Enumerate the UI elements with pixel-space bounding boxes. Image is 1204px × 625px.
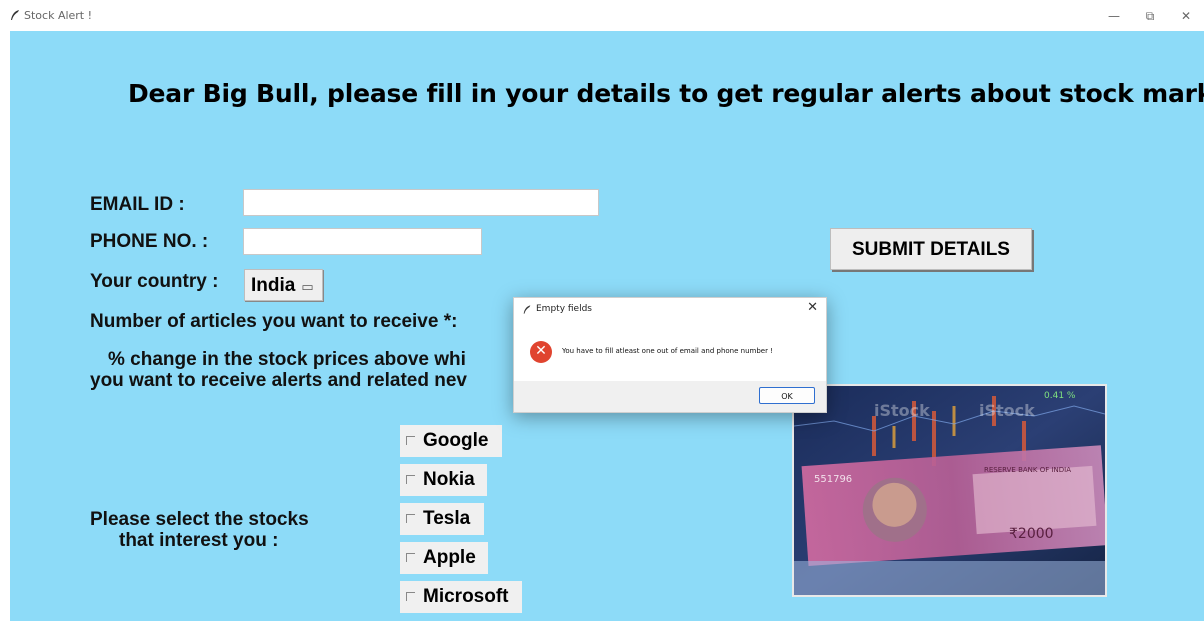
submit-details-button[interactable]: SUBMIT DETAILS — [830, 228, 1032, 270]
image-bank-text: RESERVE BANK OF INDIA — [984, 466, 1071, 474]
stock-label: Apple — [423, 547, 476, 568]
dialog-title: Empty fields — [536, 304, 592, 314]
image-serial: 551796 — [814, 474, 852, 485]
dialog-footer: OK — [514, 381, 826, 412]
stocks-label-line2: that interest you : — [119, 530, 279, 551]
feather-icon — [523, 305, 531, 314]
stock-market-image: iStock iStock 0.41 % RESERVE BANK OF IND… — [792, 384, 1107, 597]
percent-change-label-line2: you want to receive alerts and related n… — [90, 370, 467, 391]
stocks-label-line1: Please select the stocks — [90, 509, 309, 530]
stock-label: Tesla — [423, 508, 471, 529]
stock-label: Nokia — [423, 469, 475, 490]
email-input[interactable] — [243, 189, 599, 216]
empty-fields-dialog: Empty fields ✕ ✕ You have to fill atleas… — [513, 297, 827, 413]
dialog-message: You have to fill atleast one out of emai… — [562, 347, 773, 355]
phone-input[interactable] — [243, 228, 482, 255]
stock-checkbox-google[interactable]: Google — [400, 425, 502, 457]
stock-checkbox-apple[interactable]: Apple — [400, 542, 488, 574]
country-label: Your country : — [90, 271, 219, 292]
phone-label: PHONE NO. : — [90, 231, 209, 252]
close-window-button[interactable]: ✕ — [1174, 6, 1198, 26]
articles-label: Number of articles you want to receive *… — [90, 311, 458, 332]
country-value: India — [251, 275, 296, 296]
image-watermark-right: iStock — [979, 401, 1035, 420]
email-label: EMAIL ID : — [90, 194, 185, 215]
checkbox-icon — [406, 475, 415, 484]
error-icon: ✕ — [530, 341, 552, 363]
checkbox-icon — [406, 553, 415, 562]
currency-photo: iStock iStock 0.41 % RESERVE BANK OF IND… — [794, 386, 1105, 595]
dialog-close-button[interactable]: ✕ — [807, 300, 818, 315]
checkbox-icon — [406, 592, 415, 601]
stock-checkbox-tesla[interactable]: Tesla — [400, 503, 484, 535]
stock-label: Google — [423, 430, 489, 451]
checkbox-icon — [406, 514, 415, 523]
image-ticker: 0.41 % — [1044, 391, 1076, 401]
feather-icon — [11, 10, 19, 20]
dialog-body: ✕ You have to fill atleast one out of em… — [514, 329, 826, 381]
stock-checkbox-microsoft[interactable]: Microsoft — [400, 581, 522, 613]
window-title-bar: Stock Alert ! — ⧉ ✕ — [0, 0, 1204, 31]
ok-button[interactable]: OK — [759, 387, 815, 404]
stock-label: Microsoft — [423, 586, 509, 607]
image-watermark-left: iStock — [874, 401, 930, 420]
minimize-button[interactable]: — — [1102, 6, 1126, 26]
percent-change-label-line1: % change in the stock prices above whi — [108, 349, 466, 370]
image-note-value: ₹2000 — [1009, 526, 1054, 542]
page-heading: Dear Big Bull, please fill in your detai… — [128, 79, 1204, 108]
country-dropdown[interactable]: India ▭ — [244, 269, 323, 301]
dropdown-indicator-icon: ▭ — [301, 279, 314, 294]
checkbox-icon — [406, 436, 415, 445]
restore-button[interactable]: ⧉ — [1138, 6, 1162, 26]
window-title: Stock Alert ! — [24, 9, 93, 22]
stock-checkbox-nokia[interactable]: Nokia — [400, 464, 487, 496]
